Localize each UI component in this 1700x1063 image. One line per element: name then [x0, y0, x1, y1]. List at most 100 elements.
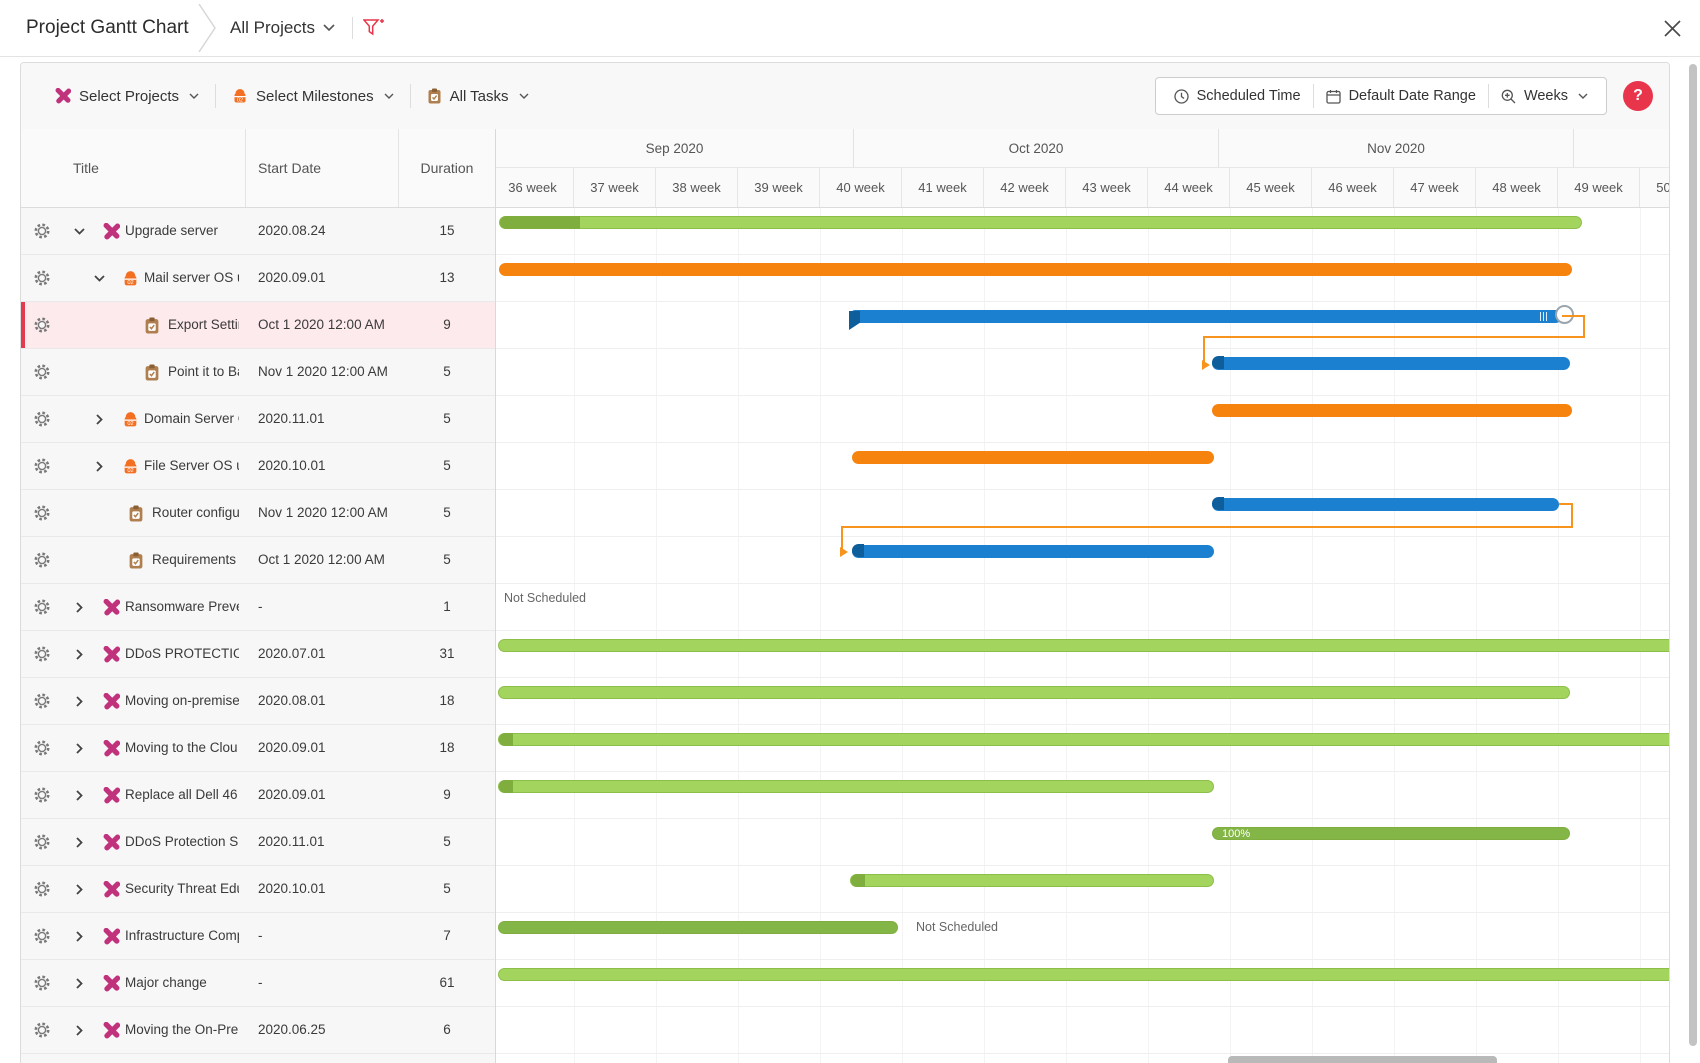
collapse-chevron-icon[interactable] [93, 272, 106, 288]
gear-icon[interactable] [33, 692, 51, 710]
vertical-scrollbar[interactable] [1689, 64, 1697, 1046]
gear-icon[interactable] [33, 974, 51, 992]
gear-icon[interactable] [33, 739, 51, 757]
bar-drag-handle[interactable] [1555, 305, 1574, 324]
column-header-title[interactable]: Title [21, 129, 246, 207]
expand-chevron-icon[interactable] [73, 883, 86, 899]
gantt-bar-greenDark[interactable]: 100% [1212, 827, 1570, 840]
gear-icon[interactable] [33, 316, 51, 334]
gear-icon[interactable] [33, 457, 51, 475]
row-start-date: Nov 1 2020 12:00 AM [258, 505, 396, 520]
collapse-chevron-icon[interactable] [73, 225, 86, 241]
table-row[interactable]: Replace all Dell 462020.09.019 [21, 772, 495, 819]
row-duration: 5 [399, 834, 495, 849]
table-row[interactable]: 02Domain Server C2020.11.015 [21, 396, 495, 443]
chart-body: Not Scheduled100%Not Scheduled [496, 208, 1669, 1063]
project-scope-label: All Projects [230, 18, 315, 38]
gear-icon[interactable] [33, 222, 51, 240]
expand-chevron-icon[interactable] [73, 930, 86, 946]
gear-icon[interactable] [33, 363, 51, 381]
table-row[interactable]: Infrastructure Comp-7 [21, 913, 495, 960]
expand-chevron-icon[interactable] [73, 695, 86, 711]
row-duration: 61 [399, 975, 495, 990]
expand-chevron-icon[interactable] [73, 1024, 86, 1040]
horizontal-scrollbar[interactable] [1228, 1056, 1497, 1063]
table-row[interactable]: DDoS Protection S2020.11.015 [21, 819, 495, 866]
table-row[interactable]: Security Threat Edu2020.10.015 [21, 866, 495, 913]
expand-chevron-icon[interactable] [93, 413, 106, 429]
week-header-cell: 45 week [1230, 168, 1312, 207]
expand-chevron-icon[interactable] [73, 836, 86, 852]
gantt-bar-green[interactable] [498, 639, 1669, 652]
expand-chevron-icon[interactable] [73, 648, 86, 664]
row-title: Export Setting [168, 317, 239, 332]
gantt-bar-greenDark[interactable] [498, 921, 898, 934]
gear-icon[interactable] [33, 645, 51, 663]
table-row[interactable]: Moving the On-Pre2020.06.256 [21, 1007, 495, 1054]
gantt-bar-green[interactable] [498, 686, 1570, 699]
gear-icon[interactable] [33, 504, 51, 522]
bar-progress-cap [1212, 497, 1224, 510]
gantt-bar-green[interactable] [499, 216, 1582, 229]
all-tasks-dropdown[interactable]: All Tasks [411, 88, 545, 105]
gantt-bar-green[interactable] [850, 874, 1214, 887]
add-filter-icon[interactable] [363, 18, 385, 38]
gantt-bar-orange[interactable] [1212, 404, 1572, 417]
gantt-bar-green[interactable] [498, 968, 1669, 981]
row-start-date: Nov 1 2020 12:00 AM [258, 364, 396, 379]
gantt-bar-green[interactable] [498, 733, 1669, 746]
table-row[interactable]: Router configuraNov 1 2020 12:00 AM5 [21, 490, 495, 537]
expand-chevron-icon[interactable] [73, 601, 86, 617]
gantt-bar-blue[interactable] [1212, 357, 1570, 370]
bar-resize-grip[interactable] [1540, 312, 1548, 321]
table-row[interactable]: 02File Server OS u2020.10.015 [21, 443, 495, 490]
gear-icon[interactable] [33, 410, 51, 428]
scheduled-time-button[interactable]: Scheduled Time [1162, 88, 1313, 104]
row-duration: 5 [399, 364, 495, 379]
gear-icon[interactable] [33, 551, 51, 569]
default-date-range-button[interactable]: Default Date Range [1314, 88, 1488, 104]
gantt-bar-blue[interactable] [1212, 498, 1559, 511]
table-row[interactable]: 02Mail server OS u2020.09.0113 [21, 255, 495, 302]
gear-icon[interactable] [33, 880, 51, 898]
gear-icon[interactable] [33, 269, 51, 287]
row-duration: 5 [399, 505, 495, 520]
all-tasks-label: All Tasks [450, 88, 509, 105]
gear-icon[interactable] [33, 927, 51, 945]
row-duration: 15 [399, 223, 495, 238]
expand-chevron-icon[interactable] [73, 742, 86, 758]
row-start-date: - [258, 975, 396, 990]
table-row[interactable]: Requirements doOct 1 2020 12:00 AM5 [21, 537, 495, 584]
table-row[interactable]: Major change-61 [21, 960, 495, 1007]
column-header-duration[interactable]: Duration [399, 129, 495, 207]
table-row[interactable]: Export SettingOct 1 2020 12:00 AM9 [21, 302, 495, 349]
select-milestones-dropdown[interactable]: 02 Select Milestones [216, 88, 410, 105]
gear-icon[interactable] [33, 598, 51, 616]
column-header-start-date[interactable]: Start Date [246, 129, 399, 207]
gear-icon[interactable] [33, 1021, 51, 1039]
expand-chevron-icon[interactable] [73, 977, 86, 993]
gantt-bar-orange[interactable] [499, 263, 1572, 276]
help-button[interactable]: ? [1623, 81, 1653, 111]
gear-icon[interactable] [33, 833, 51, 851]
table-row[interactable]: Upgrade server2020.08.2415 [21, 208, 495, 255]
gantt-bar-blue[interactable] [852, 545, 1214, 558]
table-row[interactable]: Moving on-premise2020.08.0118 [21, 678, 495, 725]
zoom-level-dropdown[interactable]: Weeks [1489, 88, 1600, 104]
table-row[interactable]: DDoS PROTECTIO2020.07.0131 [21, 631, 495, 678]
gantt-bar-orange[interactable] [852, 451, 1214, 464]
close-button[interactable] [1658, 14, 1686, 42]
table-row[interactable]: Point it to BacNov 1 2020 12:00 AM5 [21, 349, 495, 396]
expand-chevron-icon[interactable] [93, 460, 106, 476]
gantt-bar-blue[interactable] [849, 310, 1562, 323]
table-row[interactable]: Moving to the Clou2020.09.0118 [21, 725, 495, 772]
table-row[interactable]: Ransomware Preve-1 [21, 584, 495, 631]
expand-chevron-icon[interactable] [73, 789, 86, 805]
month-header-cell: Sep 2020 [496, 129, 854, 168]
project-icon [103, 646, 120, 666]
select-projects-dropdown[interactable]: Select Projects [39, 88, 215, 105]
project-scope-dropdown[interactable]: All Projects [230, 18, 335, 38]
gear-icon[interactable] [33, 786, 51, 804]
chart-row [496, 396, 1669, 443]
gantt-bar-green[interactable] [498, 780, 1214, 793]
